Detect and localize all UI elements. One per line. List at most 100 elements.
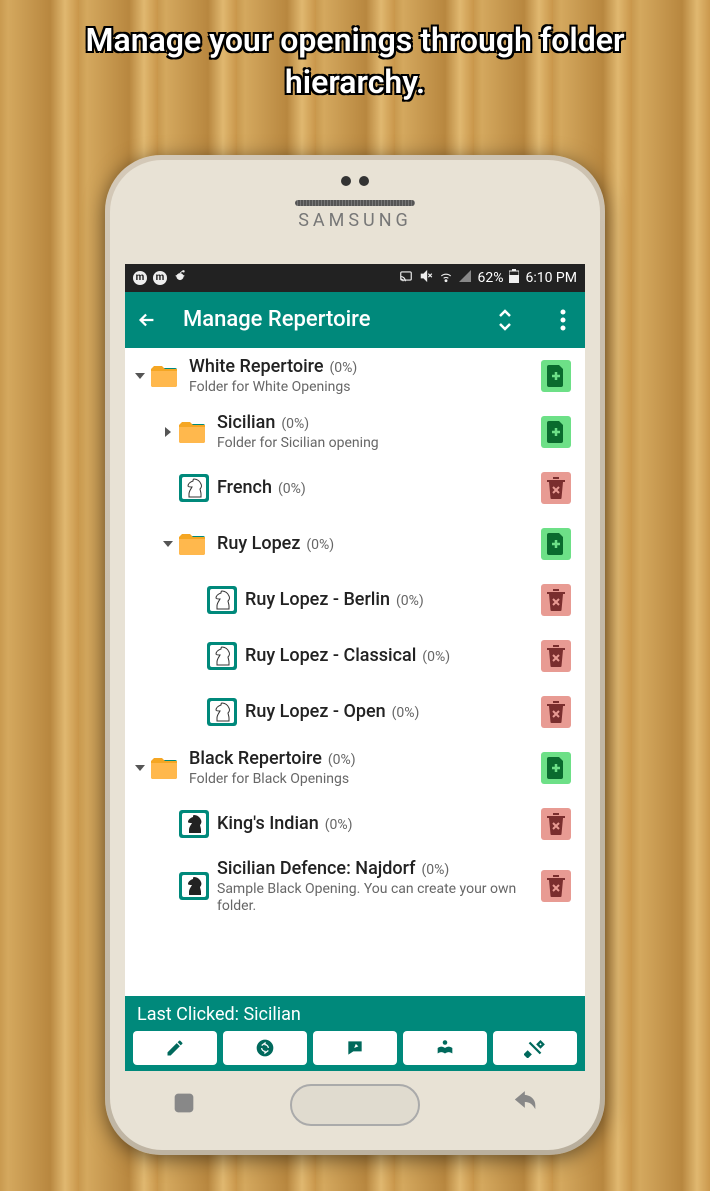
- edit-button[interactable]: [133, 1031, 217, 1065]
- page-title: Manage Repertoire: [183, 307, 469, 332]
- opening-pct: (0%): [396, 593, 424, 609]
- chevron-down-icon[interactable]: [129, 761, 151, 775]
- opening-pct: (0%): [325, 817, 353, 833]
- opening-sub: Folder for Black Openings: [189, 771, 535, 788]
- overflow-menu-button[interactable]: [549, 306, 577, 334]
- row-label: Sicilian (0%) Folder for Sicilian opening: [217, 412, 541, 452]
- black-knight-icon: [179, 810, 209, 838]
- expand-collapse-button[interactable]: [491, 306, 519, 334]
- status-time: 6:10 PM: [525, 270, 577, 286]
- folder-icon: [151, 754, 181, 782]
- opening-sub: Folder for White Openings: [189, 379, 535, 396]
- row-label: Ruy Lopez - Open (0%): [245, 701, 541, 722]
- status-bar: m m 62% 6:10 PM: [125, 264, 585, 292]
- row-label: French (0%): [217, 477, 541, 498]
- opening-name: White Repertoire: [189, 356, 324, 377]
- signal-icon: [459, 270, 471, 286]
- status-icon-m1: m: [133, 271, 147, 285]
- last-clicked-label: Last Clicked: Sicilian: [133, 1000, 577, 1031]
- opening-name: Ruy Lopez - Open: [245, 701, 386, 722]
- delete-button[interactable]: [541, 640, 571, 672]
- battery-pct: 62%: [477, 270, 503, 286]
- opening-tree[interactable]: White Repertoire (0%) Folder for White Ope…: [125, 348, 585, 996]
- white-knight-icon: [207, 698, 237, 726]
- row-label: Black Repertoire (0%) Folder for Black Ope…: [189, 748, 541, 788]
- phone-frame: SAMSUNG m m 62% 6:10 PM: [105, 155, 605, 1155]
- back-button[interactable]: [133, 306, 161, 334]
- phone-top: SAMSUNG: [120, 170, 590, 264]
- app-bar: Manage Repertoire: [125, 292, 585, 348]
- opening-pct: (0%): [306, 537, 334, 553]
- delete-button[interactable]: [541, 472, 571, 504]
- footer: Last Clicked: Sicilian: [125, 996, 585, 1071]
- opening-pct: (0%): [422, 649, 450, 665]
- tree-row[interactable]: Sicilian (0%) Folder for Sicilian opening: [125, 404, 585, 460]
- tree-row[interactable]: French (0%): [125, 460, 585, 516]
- opening-pct: (0%): [328, 752, 356, 768]
- tree-row[interactable]: Ruy Lopez - Berlin (0%): [125, 572, 585, 628]
- delete-button[interactable]: [541, 696, 571, 728]
- opening-name: Black Repertoire: [189, 748, 322, 769]
- row-label: White Repertoire(0%)Folder for White Ope…: [189, 356, 541, 396]
- white-knight-icon: [207, 586, 237, 614]
- phone-brand: SAMSUNG: [120, 210, 590, 231]
- opening-pct: (0%): [422, 862, 450, 878]
- black-knight-icon: [179, 872, 209, 900]
- screen: m m 62% 6:10 PM Manage Repertoire: [125, 264, 585, 1071]
- opening-name: Sicilian Defence: Najdorf: [217, 858, 416, 879]
- row-label: Sicilian Defence: Najdorf (0%) Sample Blac…: [217, 858, 541, 915]
- battery-icon: [509, 269, 519, 287]
- opening-name: Sicilian: [217, 412, 275, 433]
- add-button[interactable]: [541, 360, 571, 392]
- cast-icon: [399, 269, 413, 287]
- opening-sub: Folder for Sicilian opening: [217, 435, 535, 452]
- status-icon-reddit: [173, 269, 187, 287]
- folder-icon: [179, 418, 209, 446]
- recent-apps-icon: [170, 1089, 198, 1121]
- add-button[interactable]: [541, 416, 571, 448]
- row-label: King's Indian (0%): [217, 813, 541, 834]
- home-button[interactable]: [290, 1084, 420, 1126]
- delete-button[interactable]: [541, 808, 571, 840]
- back-nav-icon: [512, 1089, 540, 1121]
- learn-button[interactable]: [403, 1031, 487, 1065]
- row-label: Ruy Lopez - Classical (0%): [245, 645, 541, 666]
- chevron-down-icon[interactable]: [157, 537, 179, 551]
- opening-pct: (0%): [392, 705, 420, 721]
- white-knight-icon: [179, 474, 209, 502]
- wifi-icon: [439, 269, 453, 287]
- opening-pct: (0%): [278, 481, 306, 497]
- tree-row[interactable]: Ruy Lopez - Classical (0%): [125, 628, 585, 684]
- folder-icon: [151, 362, 181, 390]
- opening-name: Ruy Lopez - Berlin: [245, 589, 390, 610]
- tree-row[interactable]: Sicilian Defence: Najdorf (0%) Sample Blac…: [125, 852, 585, 921]
- phone-bottom: [120, 1071, 590, 1140]
- tree-row[interactable]: Ruy Lopez (0%): [125, 516, 585, 572]
- tree-row[interactable]: Ruy Lopez - Open (0%): [125, 684, 585, 740]
- status-icon-m2: m: [153, 271, 167, 285]
- tree-row[interactable]: King's Indian (0%): [125, 796, 585, 852]
- opening-name: Ruy Lopez: [217, 533, 300, 554]
- folder-icon: [179, 530, 209, 558]
- opening-name: King's Indian: [217, 813, 319, 834]
- row-label: Ruy Lopez - Berlin (0%): [245, 589, 541, 610]
- add-button[interactable]: [541, 752, 571, 784]
- tree-row[interactable]: Black Repertoire (0%) Folder for Black Ope…: [125, 740, 585, 796]
- opening-sub: Sample Black Opening. You can create you…: [217, 881, 535, 915]
- add-button[interactable]: [541, 528, 571, 560]
- mute-icon: [419, 269, 433, 287]
- delete-button[interactable]: [541, 870, 571, 902]
- chevron-down-icon[interactable]: [129, 369, 151, 383]
- promo-caption: Manage your openings through folder hier…: [0, 0, 710, 103]
- chevron-right-icon[interactable]: [157, 425, 179, 439]
- opening-name: Ruy Lopez - Classical: [245, 645, 416, 666]
- opening-pct: (0%): [281, 416, 309, 432]
- comment-button[interactable]: [313, 1031, 397, 1065]
- tree-row[interactable]: White Repertoire(0%)Folder for White Ope…: [125, 348, 585, 404]
- sync-button[interactable]: [223, 1031, 307, 1065]
- delete-button[interactable]: [541, 584, 571, 616]
- tools-button[interactable]: [493, 1031, 577, 1065]
- white-knight-icon: [207, 642, 237, 670]
- opening-name: French: [217, 477, 272, 498]
- row-label: Ruy Lopez (0%): [217, 533, 541, 554]
